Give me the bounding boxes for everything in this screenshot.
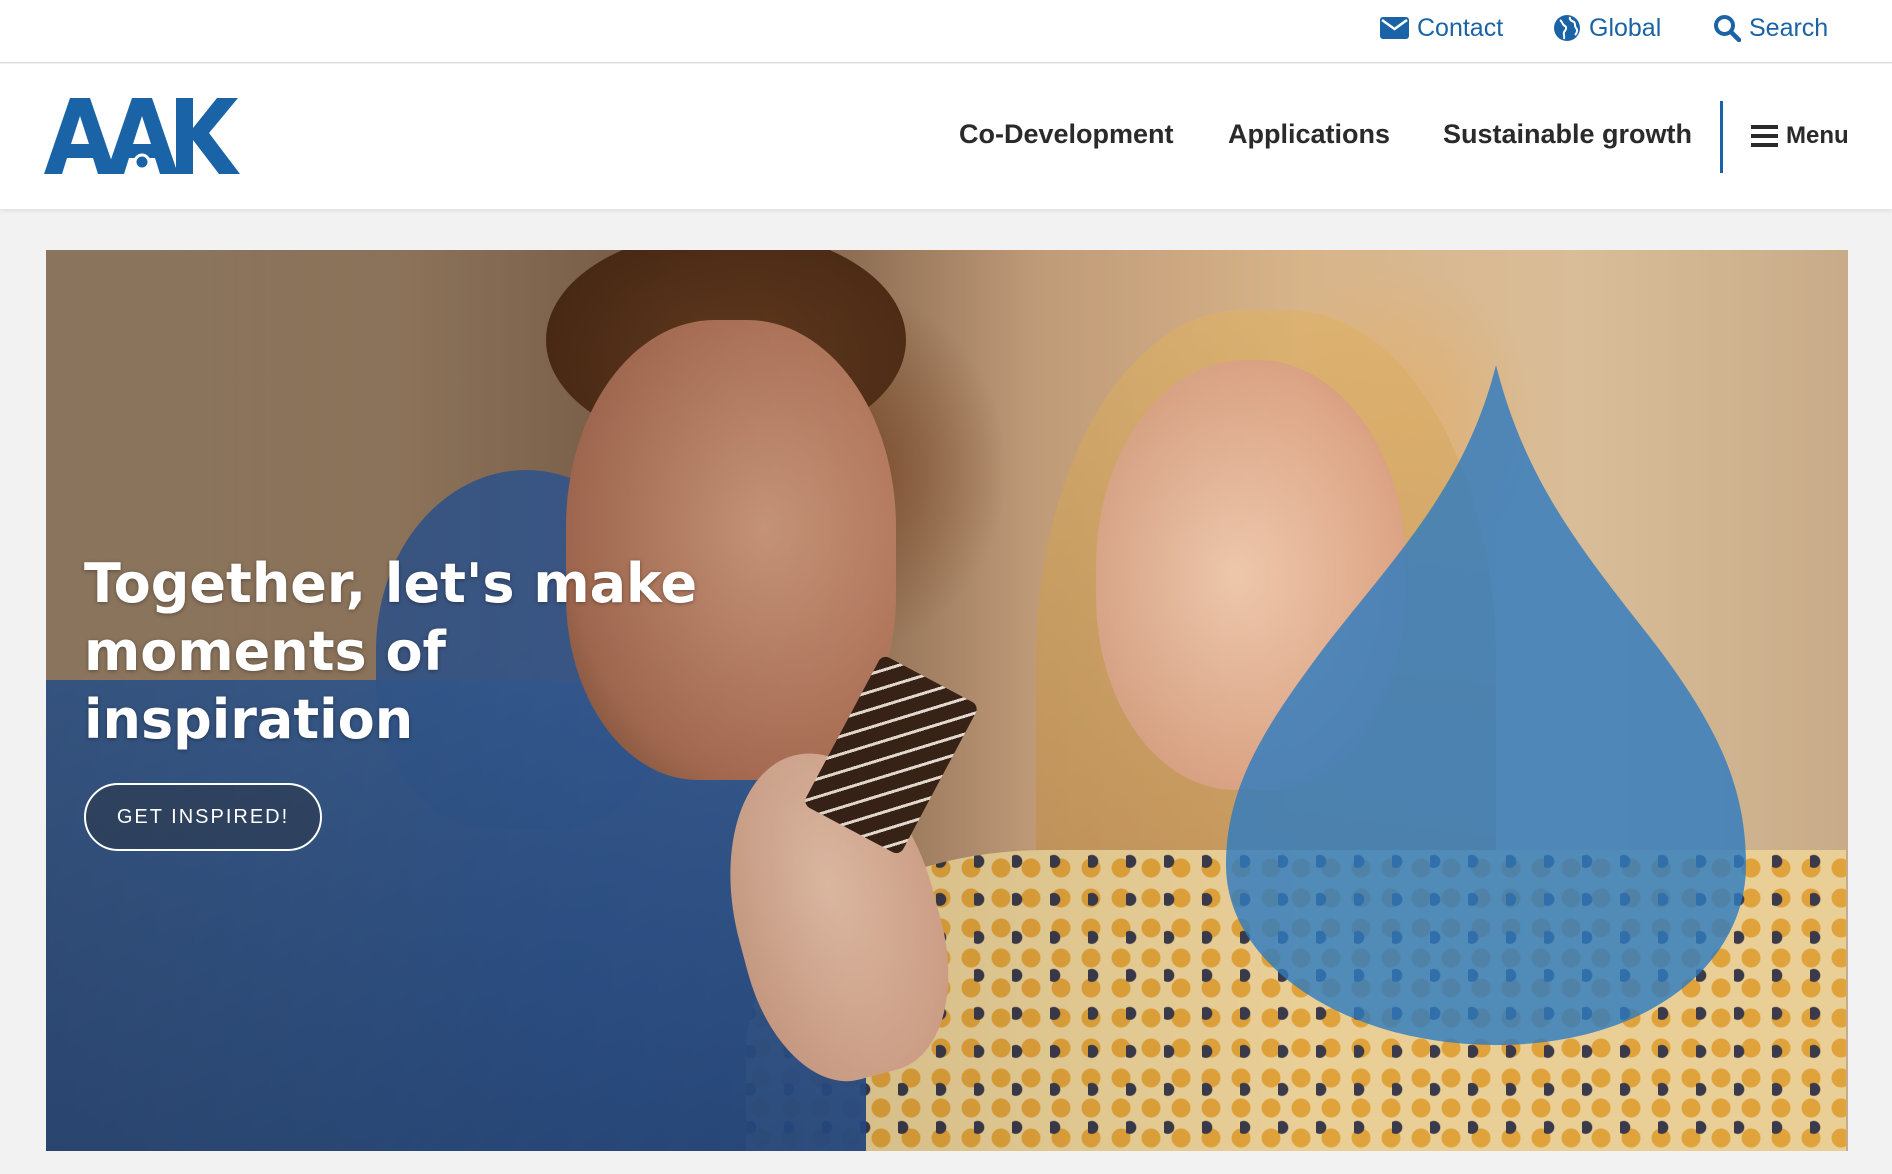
menu-label: Menu: [1786, 122, 1849, 149]
get-inspired-button[interactable]: GET INSPIRED!: [84, 783, 322, 851]
hero-banner: Together, let's make moments of inspirat…: [46, 250, 1848, 1151]
contact-label: Contact: [1417, 13, 1504, 42]
hamburger-icon: [1751, 125, 1778, 147]
hero-title: Together, let's make moments of inspirat…: [84, 552, 698, 751]
water-drop-icon: [1226, 365, 1746, 1045]
aak-logo[interactable]: [44, 98, 240, 174]
nav-co-development[interactable]: Co-Development: [959, 114, 1174, 154]
search-link[interactable]: Search: [1713, 10, 1828, 46]
nav-applications[interactable]: Applications: [1228, 114, 1390, 154]
aak-logo-icon: [44, 98, 240, 174]
main-header: Co-Development Applications Sustainable …: [0, 64, 1892, 209]
globe-icon: [1554, 15, 1580, 41]
search-label: Search: [1749, 13, 1829, 42]
global-link[interactable]: Global: [1553, 10, 1661, 46]
menu-button[interactable]: Menu: [1751, 117, 1849, 155]
global-label: Global: [1589, 13, 1662, 42]
nav-sustainable-growth[interactable]: Sustainable growth: [1443, 114, 1692, 154]
search-icon: [1714, 15, 1741, 42]
utility-bar: Contact Global Search: [0, 0, 1892, 63]
nav-divider: [1720, 101, 1723, 173]
contact-link[interactable]: Contact: [1380, 10, 1503, 46]
envelope-icon: [1380, 17, 1409, 39]
